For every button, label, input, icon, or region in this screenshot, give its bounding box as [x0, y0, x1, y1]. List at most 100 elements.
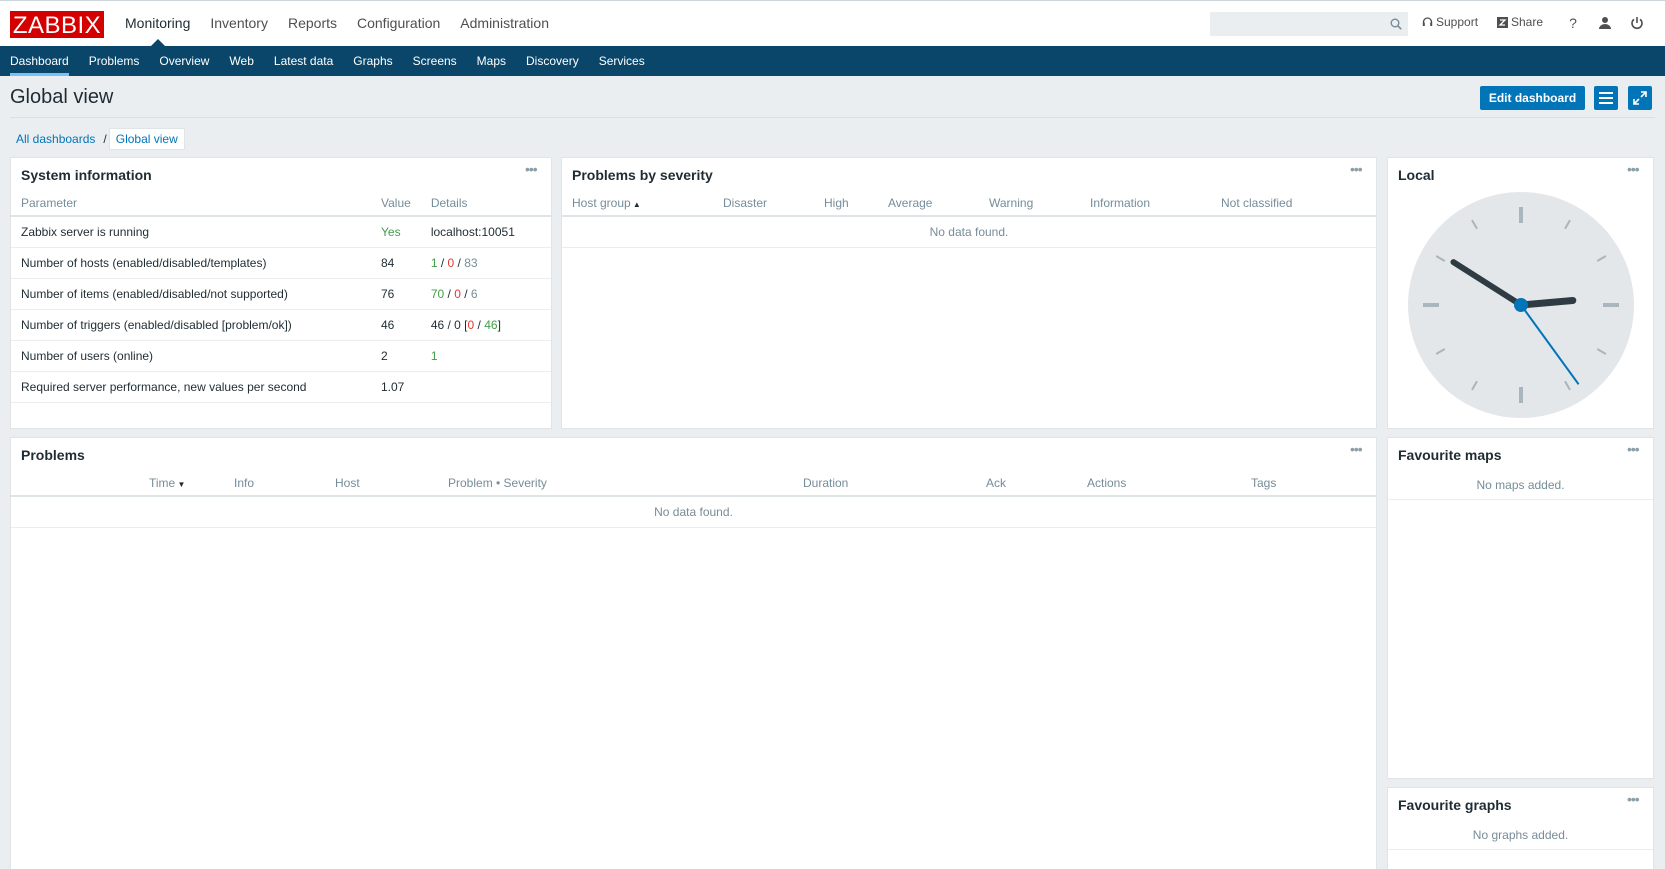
table-row: Required server performance, new values … [11, 371, 551, 403]
details-fragment: / [444, 286, 455, 301]
column-header: Value [371, 190, 421, 217]
subnav-maps[interactable]: Maps [467, 46, 516, 76]
column-header-duration: Duration [793, 470, 976, 497]
column-header: Disaster [713, 190, 814, 217]
parameter-cell: Required server performance, new values … [11, 371, 371, 403]
widget-header: Favourite maps ••• [1388, 438, 1653, 470]
subnav-web[interactable]: Web [219, 46, 263, 76]
widget-problems: Problems ••• Time Info Host Problem • Se… [10, 437, 1377, 869]
subnav-dashboard[interactable]: Dashboard [0, 46, 79, 76]
details-cell: 46 / 0 [0 / 46] [420, 309, 551, 341]
widget-header: Problems by severity ••• [562, 158, 1376, 190]
subnav-problems[interactable]: Problems [79, 46, 150, 76]
table-row: Number of items (enabled/disabled/not su… [11, 278, 551, 310]
problems-table: Time Info Host Problem • Severity Durati… [11, 470, 1376, 528]
support-link[interactable]: Support [1422, 15, 1478, 29]
column-header: Warning [979, 190, 1080, 217]
details-cell [420, 371, 551, 403]
menu-configuration[interactable]: Configuration [347, 1, 450, 46]
widget-options-icon[interactable]: ••• [1627, 162, 1645, 176]
share-link[interactable]: Share [1497, 15, 1543, 29]
value-cell: 2 [371, 340, 421, 372]
column-header: Not classified [1211, 190, 1376, 217]
widget-options-icon[interactable]: ••• [525, 162, 543, 176]
header-divider [10, 117, 1655, 118]
widget-options-icon[interactable]: ••• [1350, 162, 1368, 176]
breadcrumb: All dashboards / Global view [10, 128, 185, 150]
column-header-host-group[interactable]: Host group [562, 190, 713, 217]
empty-message: No maps added. [1388, 470, 1653, 500]
details-fragment: 83 [464, 255, 478, 270]
breadcrumb-current[interactable]: Global view [108, 128, 185, 150]
table-row: Zabbix server is running Yes localhost:100… [11, 216, 551, 248]
widget-title: System information [21, 167, 152, 183]
widget-title: Local [1398, 167, 1435, 183]
analog-clock [1408, 192, 1634, 418]
details-fragment: localhost:10051 [430, 224, 515, 239]
user-profile-icon[interactable] [1596, 14, 1614, 32]
fullscreen-button[interactable] [1628, 86, 1652, 110]
column-header-select [11, 470, 139, 497]
column-header-time[interactable]: Time [139, 470, 224, 497]
subnav-graphs[interactable]: Graphs [343, 46, 402, 76]
widget-header: Problems ••• [11, 438, 1376, 470]
table-row: Number of triggers (enabled/disabled [pr… [11, 309, 551, 341]
widget-options-icon[interactable]: ••• [1627, 442, 1645, 456]
widget-favourite-graphs: Favourite graphs ••• No graphs added. [1387, 787, 1654, 869]
support-label: Support [1436, 15, 1479, 29]
widget-title: Problems [21, 447, 85, 463]
subnav-overview[interactable]: Overview [149, 46, 219, 76]
power-icon [1631, 17, 1643, 30]
search-input[interactable] [1211, 13, 1381, 35]
top-header: ZABBIX Monitoring Inventory Reports Conf… [0, 0, 1665, 46]
column-header-problem[interactable]: Problem • Severity [438, 470, 793, 497]
menu-administration[interactable]: Administration [450, 1, 559, 46]
widget-title: Problems by severity [572, 167, 713, 183]
dashboard-actions-button[interactable] [1594, 86, 1618, 110]
zabbix-logo[interactable]: ZABBIX [10, 11, 104, 39]
widget-options-icon[interactable]: ••• [1627, 792, 1645, 806]
headset-icon [1422, 16, 1433, 26]
edit-dashboard-button[interactable]: Edit dashboard [1480, 86, 1585, 110]
widget-title: Favourite maps [1398, 447, 1502, 463]
details-fragment: / [474, 317, 485, 332]
subnav-discovery[interactable]: Discovery [516, 46, 589, 76]
menu-inventory[interactable]: Inventory [200, 1, 278, 46]
search-icon[interactable] [1390, 18, 1402, 30]
subnav-screens[interactable]: Screens [403, 46, 467, 76]
menu-monitoring[interactable]: Monitoring [115, 1, 200, 46]
sign-out-icon[interactable] [1628, 14, 1646, 32]
widget-local-clock: Local ••• [1387, 157, 1654, 429]
empty-message: No data found. [562, 216, 1376, 248]
column-header-ack: Ack [976, 470, 1077, 497]
parameter-cell: Number of items (enabled/disabled/not su… [11, 278, 371, 310]
parameter-cell: Number of triggers (enabled/disabled [pr… [11, 309, 371, 341]
column-header-host[interactable]: Host [325, 470, 438, 497]
column-header-actions: Actions [1077, 470, 1241, 497]
table-row: Number of users (online) 2 1 [11, 340, 551, 372]
widget-header: Favourite graphs ••• [1388, 788, 1653, 820]
details-fragment: 0 [454, 286, 461, 301]
widget-options-icon[interactable]: ••• [1350, 442, 1368, 456]
severity-table: Host group Disaster High Average Warning… [562, 190, 1376, 248]
share-icon [1497, 16, 1508, 28]
widget-system-information: System information ••• Parameter Value D… [10, 157, 552, 429]
column-header: Information [1080, 190, 1211, 217]
details-fragment: 46 / 0 [ [430, 317, 468, 332]
details-fragment: / [454, 255, 465, 270]
subnav-latest-data[interactable]: Latest data [264, 46, 343, 76]
column-header: Parameter [11, 190, 371, 217]
details-fragment: / [437, 255, 448, 270]
help-icon[interactable]: ? [1564, 14, 1582, 32]
parameter-cell: Number of users (online) [11, 340, 371, 372]
details-fragment: 70 [430, 286, 445, 301]
breadcrumb-all-dashboards[interactable]: All dashboards [10, 128, 101, 150]
value-cell: 84 [371, 247, 421, 279]
subnav-services[interactable]: Services [589, 46, 655, 76]
menu-reports[interactable]: Reports [278, 1, 347, 46]
details-cell: 1 / 0 / 83 [420, 247, 551, 279]
details-cell: 1 [420, 340, 551, 372]
value-cell: 1.07 [371, 371, 421, 403]
empty-message: No data found. [11, 496, 1376, 528]
widget-problems-by-severity: Problems by severity ••• Host group Disa… [561, 157, 1377, 429]
